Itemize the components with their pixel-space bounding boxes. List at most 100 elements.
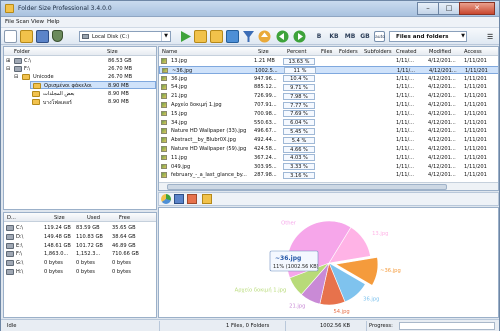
unit-b-button[interactable]: B <box>314 31 324 42</box>
close-button[interactable]: ✕ <box>459 2 495 15</box>
drive-row[interactable]: E:\ 148.61 GB 101.72 GB 46.89 GB <box>4 242 156 250</box>
menu-view[interactable]: View <box>31 19 44 25</box>
column-used[interactable]: Used <box>87 215 100 221</box>
scan-folder-icon[interactable] <box>194 30 207 43</box>
minimize-button[interactable]: – <box>417 2 439 15</box>
view-mode-select[interactable]: Files and folders ▼ <box>389 31 467 42</box>
forward-arrow-icon[interactable] <box>293 30 306 43</box>
file-accessed: 1/11/201 <box>464 58 487 64</box>
file-row[interactable]: 15.jpg 700.98... 7.69 % 1/11/... 4/12/20… <box>159 110 498 118</box>
drive-size: 1,863.0... <box>44 251 69 258</box>
file-accessed: 1/11/201 <box>464 84 487 91</box>
pie-chart-tab-icon[interactable] <box>161 194 171 204</box>
drive-row[interactable]: D:\ 149.48 GB 110.83 GB 38.64 GB <box>4 233 156 241</box>
scrollbar-thumb[interactable] <box>167 184 447 190</box>
refresh-icon[interactable] <box>226 30 239 43</box>
file-row[interactable]: 34.jpg 550.63... 6.04 % 1/11/... 4/12/20… <box>159 119 498 127</box>
drive-icon <box>82 34 89 39</box>
file-row[interactable]: 049.jpg 303.95... 3.33 % 1/11/... 4/12/2… <box>159 163 498 171</box>
column-free[interactable]: Free <box>119 215 130 221</box>
up-arrow-icon[interactable] <box>258 30 271 43</box>
back-arrow-icon[interactable] <box>276 30 289 43</box>
menu-help[interactable]: Help <box>47 19 60 25</box>
column-percent[interactable]: Percent <box>287 49 307 55</box>
export-chart-icon[interactable] <box>202 194 212 204</box>
column-files[interactable]: Files <box>321 49 332 55</box>
scan-subfolders-icon[interactable] <box>210 30 223 43</box>
scan-play-icon[interactable] <box>179 30 192 43</box>
expand-icon[interactable]: ⊞ <box>6 58 10 64</box>
file-row[interactable]: 54.jpg 885.12... 9.71 % 1/11/... 4/12/20… <box>159 83 498 91</box>
column-name[interactable]: Name <box>162 49 177 55</box>
open-folder-icon[interactable] <box>20 30 33 43</box>
tree-row[interactable]: บางโฟลเดอร์ 8.90 MB <box>4 98 156 106</box>
app-window: Folder Size Professional 3.4.0.0 – □ ✕ F… <box>0 0 500 331</box>
tree-row-size: 8.90 MB <box>108 99 129 105</box>
file-name: 54.jpg <box>171 84 187 91</box>
map-chart-tab-icon[interactable] <box>187 194 197 204</box>
status-bar: Idle 1 Files, 0 Folders 1002.56 KB Progr… <box>1 319 499 331</box>
column-access[interactable]: Access <box>464 49 482 55</box>
file-row[interactable]: 21.jpg 726.99... 7.98 % 1/11/... 4/12/20… <box>159 92 498 100</box>
file-row-selected[interactable]: ~36.jpg 1002.5... 11 % 1/11/... 4/12/201… <box>159 65 498 75</box>
file-modified: 4/12/201... <box>429 67 457 74</box>
column-drive[interactable]: D... <box>7 215 16 221</box>
column-subfolders[interactable]: Subfolders <box>364 49 392 55</box>
save-icon[interactable] <box>36 30 49 43</box>
image-file-icon <box>161 137 167 143</box>
collapse-icon[interactable]: ⊟ <box>14 74 18 80</box>
file-row[interactable]: Αρχείο δοκιμή 1.jpg 707.91... 7.77 % 1/1… <box>159 101 498 109</box>
tree-row-size: 26.70 MB <box>108 74 133 80</box>
file-modified: 4/12/201... <box>428 110 456 117</box>
unit-mb-button[interactable]: MB <box>344 31 356 42</box>
title-bar[interactable]: Folder Size Professional 3.4.0.0 – □ ✕ <box>1 1 499 17</box>
filter-icon[interactable] <box>242 30 255 43</box>
collapse-icon[interactable]: ⊟ <box>6 66 10 72</box>
unit-gb-button[interactable]: GB <box>359 31 371 42</box>
file-modified: 4/12/201... <box>428 58 456 64</box>
column-size[interactable]: Size <box>107 49 118 55</box>
file-row[interactable]: february_-_a_last_glance_by... 287.98...… <box>159 171 498 179</box>
drive-row[interactable]: H:\ 0 bytes 0 bytes 0 bytes <box>4 268 156 276</box>
file-row[interactable]: 11.jpg 367.24... 4.03 % 1/11/... 4/12/20… <box>159 154 498 162</box>
unit-auto-button[interactable]: auto <box>374 31 385 42</box>
drive-icon <box>14 66 22 72</box>
column-size[interactable]: Size <box>54 215 65 221</box>
file-created: 1/11/... <box>396 128 415 135</box>
drive-icon <box>6 260 14 267</box>
column-created[interactable]: Created <box>396 49 417 55</box>
drive-letter: F:\ <box>16 251 22 258</box>
file-name: february_-_a_last_glance_by... <box>171 172 247 179</box>
column-folder[interactable]: Folder <box>14 49 30 55</box>
drive-row[interactable]: G:\ 0 bytes 0 bytes 0 bytes <box>4 259 156 267</box>
menu-file[interactable]: File <box>5 19 14 25</box>
column-modified[interactable]: Modified <box>429 49 451 55</box>
drive-select[interactable]: Local Disk (C:) ▼ <box>79 31 171 42</box>
file-row[interactable]: Nature HD Wallpaper (33).jpg 496.67... 5… <box>159 127 498 135</box>
file-row[interactable]: 36.jpg 947.96... 10.4 % 1/11/... 4/12/20… <box>159 75 498 83</box>
column-folders[interactable]: Folders <box>339 49 358 55</box>
file-row[interactable]: 13.jpg 1.21 MB 13.63 % 1/11/... 4/12/201… <box>159 57 498 65</box>
image-file-icon <box>161 172 167 178</box>
drive-icon <box>6 251 14 258</box>
file-row[interactable]: Nature HD Wallpaper (59).jpg 424.58... 4… <box>159 145 498 153</box>
drive-used: 0 bytes <box>76 269 95 275</box>
tree-row-name: Ορισμένοι φάκελοι <box>44 83 92 89</box>
file-percent: 9.71 % <box>283 83 315 91</box>
drive-row[interactable]: F:\ 1,863.0... 1,152.3... 710.66 GB <box>4 250 156 258</box>
menu-scan[interactable]: Scan <box>16 19 29 25</box>
file-row[interactable]: Abstract__by_Blubr0X.jpg 492.44... 5.4 %… <box>159 136 498 144</box>
new-icon[interactable] <box>4 30 17 43</box>
bar-chart-tab-icon[interactable] <box>174 194 184 204</box>
overflow-menu-icon[interactable]: ☰ <box>487 33 493 41</box>
horizontal-scrollbar[interactable] <box>159 182 498 190</box>
tree-row-size: 8.90 MB <box>108 91 129 97</box>
unit-kb-button[interactable]: KB <box>328 31 340 42</box>
file-created: 1/11/... <box>396 102 415 108</box>
tree-row-selected[interactable]: Ορισμένοι φάκελοι 8.90 MB <box>30 81 156 90</box>
drive-free: 0 bytes <box>112 260 131 267</box>
shield-icon[interactable] <box>52 30 63 42</box>
drive-row[interactable]: C:\ 119.24 GB 83.59 GB 35.65 GB <box>4 224 156 232</box>
maximize-button[interactable]: □ <box>438 2 460 15</box>
column-size[interactable]: Size <box>258 49 269 55</box>
